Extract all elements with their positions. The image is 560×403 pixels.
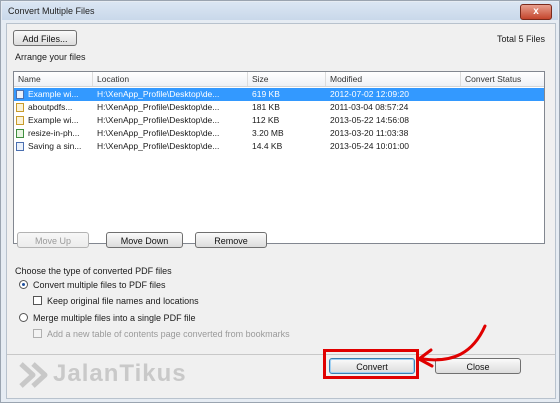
row-location: H:\XenApp_Profile\Desktop\de... — [97, 128, 220, 138]
merge-files-label: Merge multiple files into a single PDF f… — [33, 313, 196, 323]
row-modified: 2013-03-20 11:03:38 — [330, 128, 409, 138]
column-convert-status[interactable]: Convert Status — [461, 72, 544, 86]
list-header: Name Location Size Modified Convert Stat… — [14, 72, 544, 87]
column-name[interactable]: Name — [14, 72, 93, 86]
close-icon: x — [533, 6, 539, 17]
document-icon — [16, 142, 24, 151]
row-status — [461, 101, 544, 114]
list-caption: Arrange your files — [15, 52, 86, 62]
row-location: H:\XenApp_Profile\Desktop\de... — [97, 102, 220, 112]
row-modified: 2012-07-02 12:09:20 — [330, 89, 409, 99]
remove-button[interactable]: Remove — [195, 232, 267, 248]
table-row[interactable]: Example wi... H:\XenApp_Profile\Desktop\… — [14, 114, 544, 127]
row-status — [461, 114, 544, 127]
row-modified: 2013-05-24 10:01:00 — [330, 141, 409, 151]
row-size: 619 KB — [252, 89, 280, 99]
dialog-window: Convert Multiple Files x Add Files... To… — [0, 0, 560, 403]
row-name: Example wi... — [28, 89, 79, 99]
row-name: resize-in-ph... — [28, 128, 80, 138]
row-location: H:\XenApp_Profile\Desktop\de... — [97, 141, 220, 151]
row-size: 3.20 MB — [252, 128, 284, 138]
table-row[interactable]: Saving a sin... H:\XenApp_Profile\Deskto… — [14, 140, 544, 153]
row-location: H:\XenApp_Profile\Desktop\de... — [97, 115, 220, 125]
file-list[interactable]: Name Location Size Modified Convert Stat… — [13, 71, 545, 244]
move-up-button[interactable]: Move Up — [17, 232, 89, 248]
merge-files-radio[interactable] — [19, 313, 28, 322]
table-row[interactable]: Example wi... H:\XenApp_Profile\Desktop\… — [14, 88, 544, 101]
row-name: aboutpdfs... — [28, 102, 73, 112]
total-files-label: Total 5 Files — [496, 34, 545, 44]
convert-highlight-box — [323, 349, 419, 379]
row-size: 14.4 KB — [252, 141, 283, 151]
convert-multiple-label: Convert multiple files to PDF files — [33, 280, 166, 290]
window-title: Convert Multiple Files — [8, 6, 95, 16]
row-status — [461, 140, 544, 153]
title-bar: Convert Multiple Files x — [2, 2, 558, 20]
watermark-text: JalanTikus — [53, 360, 187, 387]
add-files-button[interactable]: Add Files... — [13, 30, 77, 46]
row-location: H:\XenApp_Profile\Desktop\de... — [97, 89, 220, 99]
add-toc-checkbox[interactable] — [33, 329, 42, 338]
row-name: Saving a sin... — [28, 141, 82, 151]
watermark-logo: JalanTikus — [19, 358, 239, 394]
column-location[interactable]: Location — [93, 72, 248, 86]
pdf-file-icon — [16, 103, 24, 112]
row-size: 112 KB — [252, 115, 280, 125]
window-close-button[interactable]: x — [520, 4, 552, 20]
add-toc-label: Add a new table of contents page convert… — [47, 329, 290, 339]
move-down-button[interactable]: Move Down — [106, 232, 183, 248]
row-size: 181 KB — [252, 102, 280, 112]
red-arrow-icon — [417, 324, 487, 368]
table-row[interactable]: aboutpdfs... H:\XenApp_Profile\Desktop\d… — [14, 101, 544, 114]
pdf-file-icon — [16, 116, 24, 125]
document-icon — [16, 90, 24, 99]
row-modified: 2013-05-22 14:56:08 — [330, 115, 409, 125]
column-size[interactable]: Size — [248, 72, 326, 86]
options-caption: Choose the type of converted PDF files — [15, 266, 172, 276]
column-modified[interactable]: Modified — [326, 72, 461, 86]
convert-multiple-radio[interactable] — [19, 280, 28, 289]
keep-names-label: Keep original file names and locations — [47, 296, 199, 306]
row-status — [461, 127, 544, 140]
row-modified: 2011-03-04 08:57:24 — [330, 102, 409, 112]
row-name: Example wi... — [28, 115, 79, 125]
table-row[interactable]: resize-in-ph... H:\XenApp_Profile\Deskto… — [14, 127, 544, 140]
keep-names-checkbox[interactable] — [33, 296, 42, 305]
row-status — [461, 88, 544, 101]
image-file-icon — [16, 129, 24, 138]
